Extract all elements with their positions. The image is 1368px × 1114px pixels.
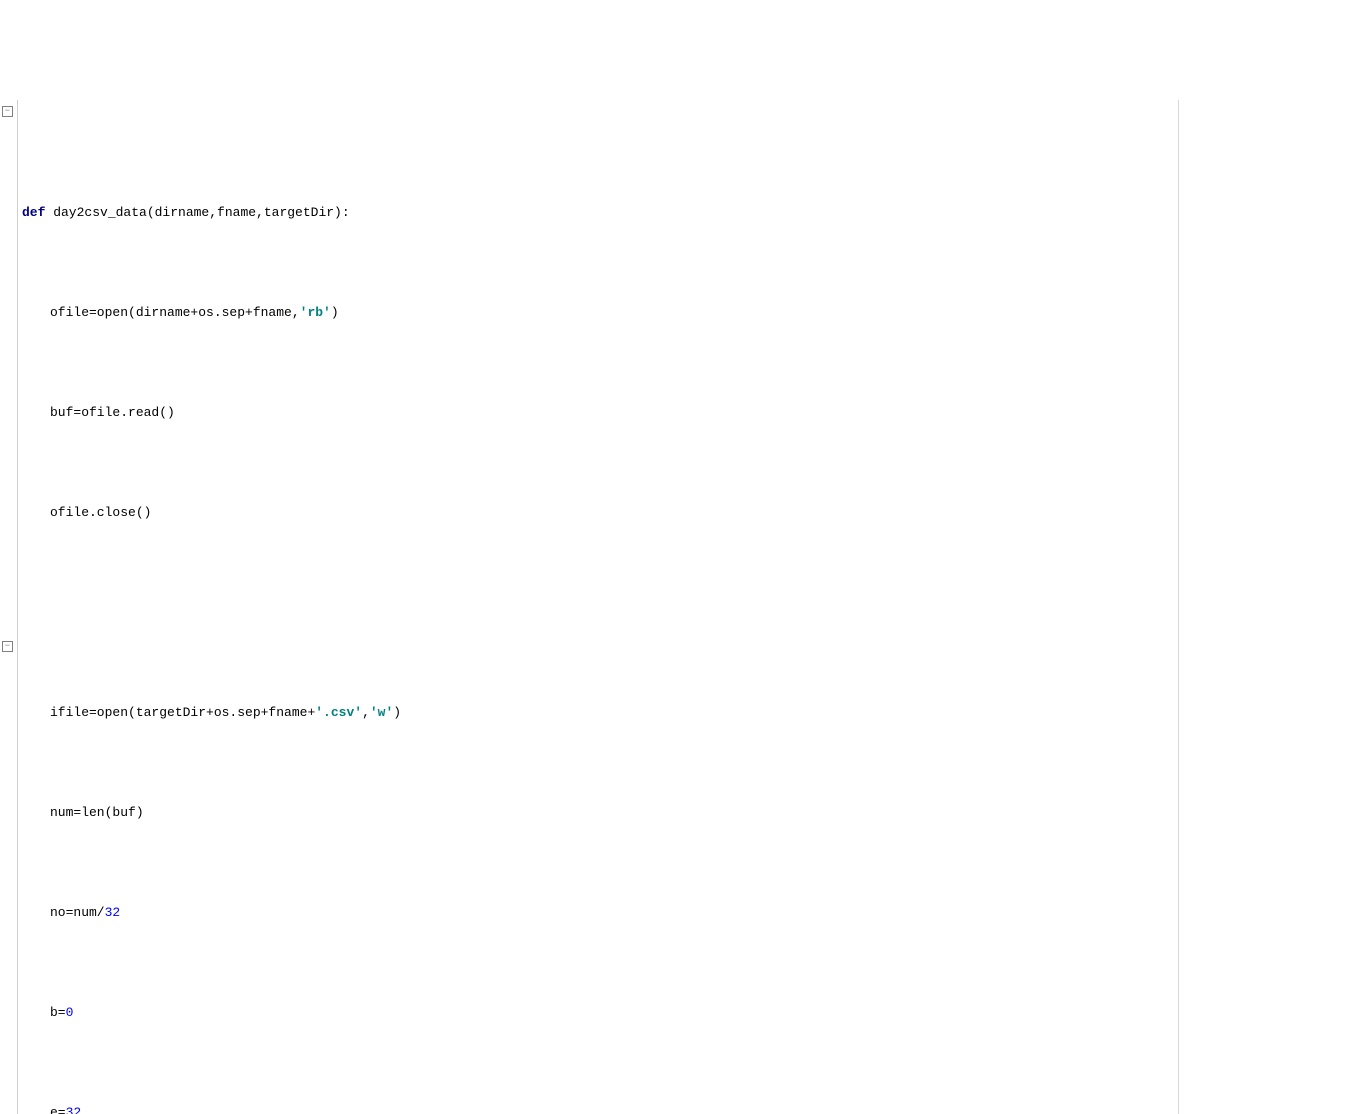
code-line[interactable]: ofile=open(dirname+os.sep+fname,'rb')	[22, 300, 1368, 325]
fold-icon[interactable]	[2, 641, 13, 652]
code-line[interactable]: def day2csv_data(dirname,fname,targetDir…	[22, 200, 1368, 225]
function-signature: day2csv_data(dirname,fname,targetDir):	[45, 205, 349, 220]
margin-guide	[1178, 100, 1179, 1114]
keyword-def: def	[22, 205, 45, 220]
fold-gutter	[0, 100, 18, 1114]
code-line[interactable]: ofile.close()	[22, 500, 1368, 525]
code-area[interactable]: def day2csv_data(dirname,fname,targetDir…	[18, 100, 1368, 1114]
code-line[interactable]: ifile=open(targetDir+os.sep+fname+'.csv'…	[22, 700, 1368, 725]
code-editor[interactable]: def day2csv_data(dirname,fname,targetDir…	[0, 100, 1368, 1114]
code-line[interactable]: no=num/32	[22, 900, 1368, 925]
code-line[interactable]: num=len(buf)	[22, 800, 1368, 825]
code-line[interactable]	[22, 600, 1368, 625]
code-line[interactable]: b=0	[22, 1000, 1368, 1025]
fold-icon[interactable]	[2, 106, 13, 117]
code-line[interactable]: buf=ofile.read()	[22, 400, 1368, 425]
code-line[interactable]: e=32	[22, 1100, 1368, 1114]
